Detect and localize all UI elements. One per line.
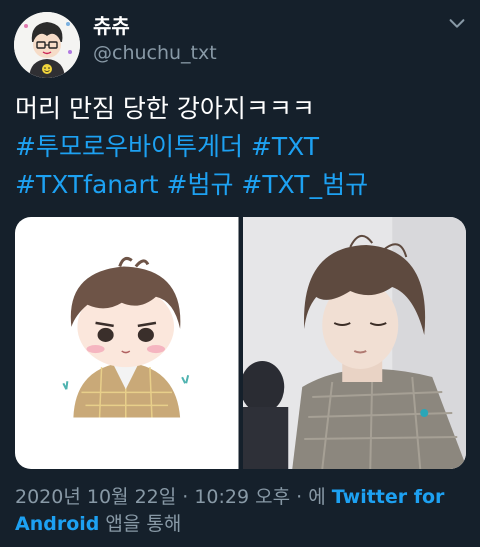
fanart-image[interactable]: [15, 217, 239, 469]
timestamp[interactable]: 2020년 10월 22일 · 10:29 오후 ·: [15, 486, 302, 508]
avatar[interactable]: [14, 12, 80, 78]
hashtag-link[interactable]: #범규: [167, 170, 234, 199]
display-name[interactable]: 츄츄: [93, 10, 130, 39]
user-handle[interactable]: @chuchu_txt: [93, 42, 217, 64]
tweet-text: 머리 만짐 당한 강아지ㅋㅋㅋ #투모로우바이투게더 #TXT #TXTfana…: [15, 90, 470, 204]
hashtag-link[interactable]: #TXT: [251, 132, 319, 161]
fanart-drawing: [15, 217, 239, 469]
hashtag-link[interactable]: #TXTfanart: [15, 170, 159, 199]
tweet-metadata: 2020년 10월 22일 · 10:29 오후 · 에 Twitter for…: [15, 484, 470, 538]
photo-image[interactable]: [242, 217, 466, 469]
hashtag-link[interactable]: #투모로우바이투게더: [15, 132, 243, 161]
cartoon-boy-avatar-icon: [14, 12, 80, 78]
hashtag-link[interactable]: #TXT_범규: [241, 170, 368, 199]
photo: [242, 217, 466, 469]
via-prefix: 에: [308, 486, 326, 508]
source-link[interactable]: Twitter for: [332, 486, 445, 508]
via-suffix: 앱을 통해: [105, 513, 182, 535]
tweet-body: 머리 만짐 당한 강아지ㅋㅋㅋ: [15, 94, 315, 123]
source-link-continued[interactable]: Android: [15, 513, 99, 535]
media-grid: [15, 217, 466, 469]
chevron-down-icon[interactable]: [446, 12, 468, 34]
